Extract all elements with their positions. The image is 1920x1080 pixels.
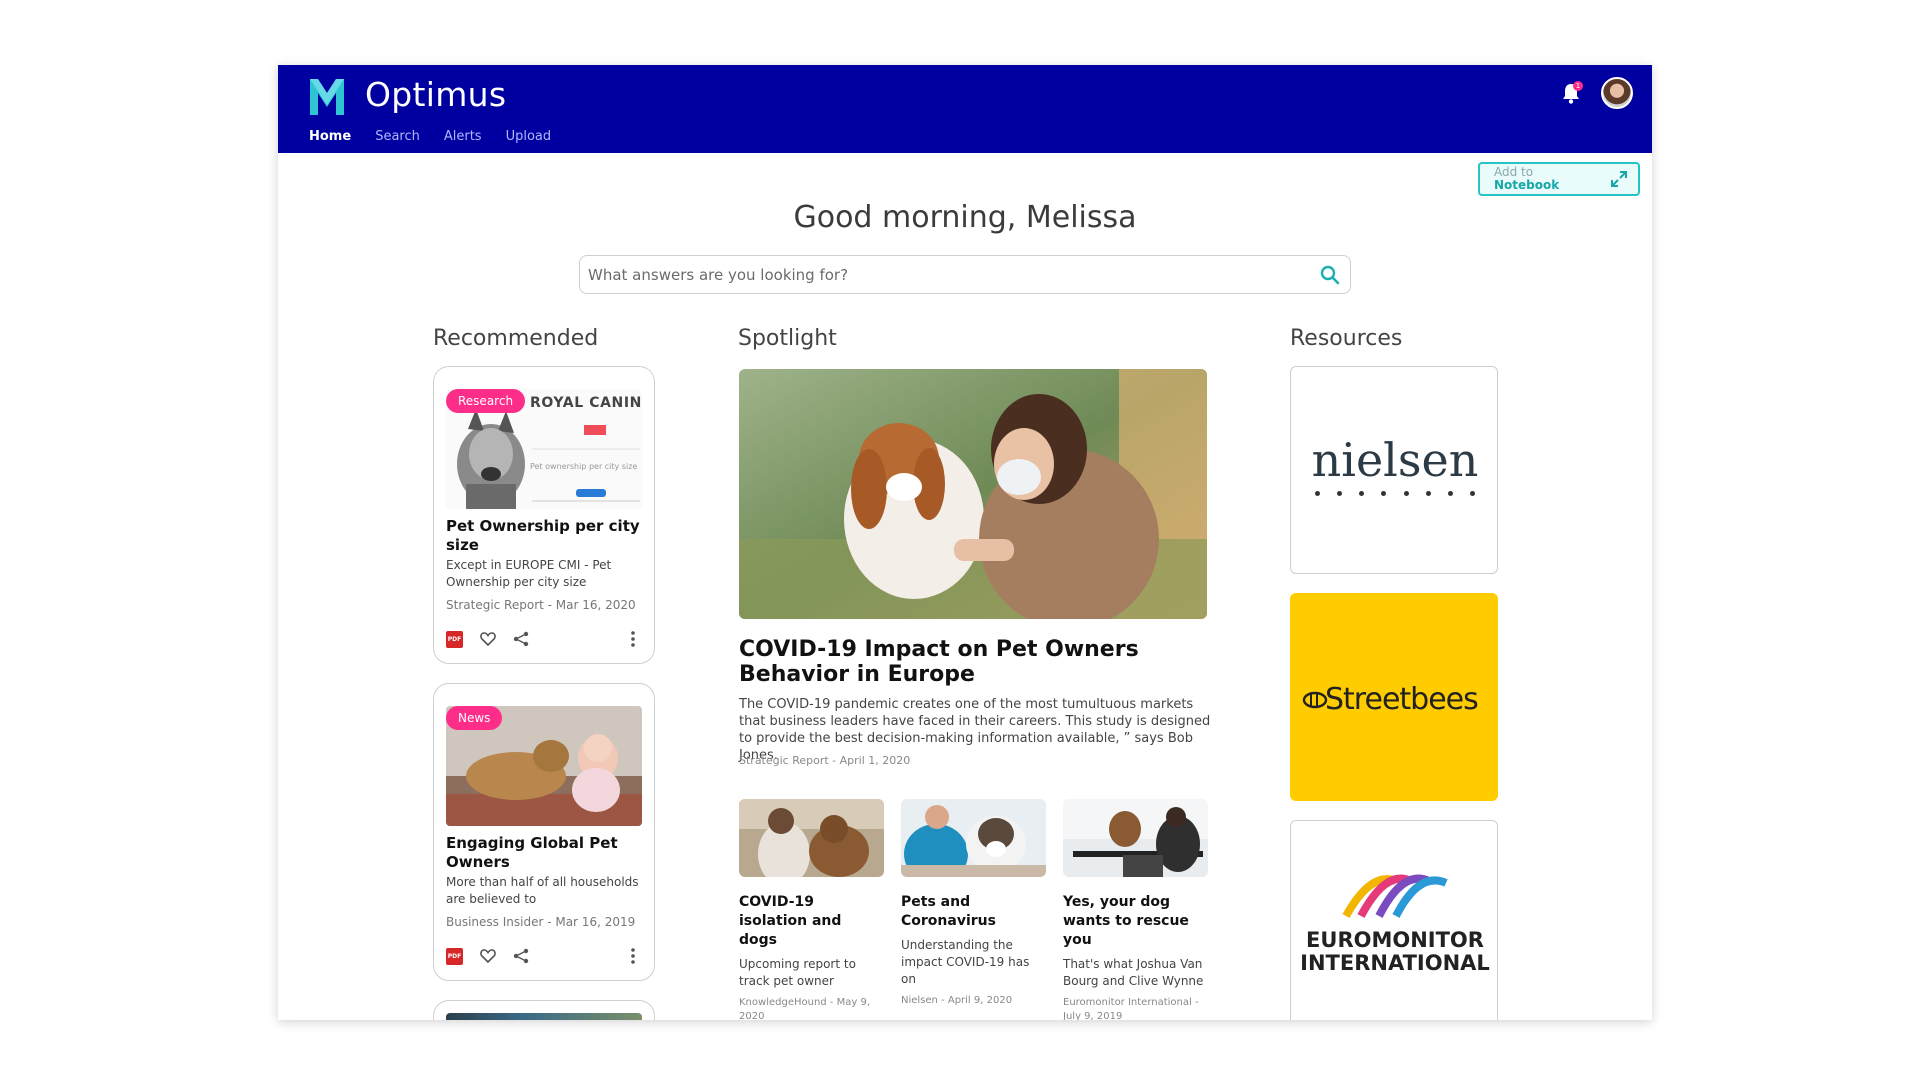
item-description: That's what Joshua Van Bourg and Clive W… — [1063, 957, 1204, 988]
card-actions: PDF — [446, 630, 642, 650]
item-meta: Nielsen - April 9, 2020 — [901, 995, 1013, 1006]
item-thumbnail — [1063, 799, 1208, 877]
euromonitor-logo-icon — [1342, 874, 1448, 918]
recommended-card[interactable]: Research ROYAL CANIN Pet ownership per c… — [433, 366, 655, 664]
card-title[interactable]: Engaging Global Pet Owners — [446, 834, 642, 872]
thumbnail-subtitle: Pet ownership per city size — [530, 462, 638, 471]
spotlight-image[interactable] — [739, 369, 1207, 619]
thumbnail-brand-text: ROYAL CANIN — [530, 395, 642, 411]
app-window: Optimus Home Search Alerts Upload 1 Add … — [278, 65, 1652, 1020]
more-options-icon[interactable] — [624, 947, 642, 965]
notification-badge: 1 — [1573, 81, 1583, 91]
nav-upload[interactable]: Upload — [506, 129, 552, 144]
notebook-label: Notebook — [1494, 178, 1560, 192]
recommended-heading: Recommended — [433, 326, 599, 351]
nav-search[interactable]: Search — [375, 129, 420, 144]
recommended-card[interactable]: News Engaging Global Pet Owners More tha… — [433, 683, 655, 981]
nav-home[interactable]: Home — [309, 129, 351, 144]
greeting-heading: Good morning, Melissa — [793, 200, 1137, 235]
category-badge: News — [446, 706, 503, 730]
card-thumbnail — [446, 1013, 642, 1020]
expand-icon — [1611, 171, 1627, 187]
search-bar — [579, 255, 1351, 294]
search-icon[interactable] — [1320, 265, 1340, 285]
item-description: Understanding the impact COVID-19 has on — [901, 938, 1030, 986]
resources-heading: Resources — [1290, 326, 1403, 351]
resource-euromonitor[interactable]: EUROMONITOR INTERNATIONAL — [1290, 820, 1498, 1020]
search-input[interactable] — [588, 256, 1288, 293]
pdf-icon[interactable]: PDF — [446, 948, 463, 965]
spotlight-title[interactable]: COVID-19 Impact on Pet Owners Behavior i… — [739, 637, 1219, 687]
spotlight-item[interactable]: Pets and Coronavirus Understanding the i… — [901, 799, 1046, 1008]
spotlight-meta: Strategic Report - April 1, 2020 — [739, 754, 911, 767]
card-description: Except in EUROPE CMI - Pet Ownership per… — [446, 558, 612, 589]
app-title: Optimus — [365, 75, 507, 114]
item-title: COVID-19 isolation and dogs — [739, 894, 842, 948]
nav-alerts[interactable]: Alerts — [444, 129, 482, 144]
euromonitor-name-line1: EUROMONITOR — [1306, 928, 1484, 952]
card-description: More than half of all households are bel… — [446, 875, 639, 906]
card-actions: PDF — [446, 947, 642, 967]
heart-icon[interactable] — [479, 947, 497, 965]
item-thumbnail — [739, 799, 884, 877]
add-to-notebook-button[interactable]: Add to Notebook — [1478, 162, 1640, 196]
heart-icon[interactable] — [479, 630, 497, 648]
more-options-icon[interactable] — [624, 630, 642, 648]
item-thumbnail — [901, 799, 1046, 877]
add-to-label: Add to — [1494, 165, 1534, 179]
pdf-icon[interactable]: PDF — [446, 631, 463, 648]
share-icon[interactable] — [512, 630, 530, 648]
spotlight-item[interactable]: Yes, your dog wants to rescue you That's… — [1063, 799, 1208, 1020]
euromonitor-name-line2: INTERNATIONAL — [1300, 951, 1490, 975]
card-title[interactable]: Pet Ownership per city size — [446, 517, 642, 555]
spotlight-heading: Spotlight — [738, 326, 837, 351]
spotlight-item[interactable]: COVID-19 isolation and dogs Upcoming rep… — [739, 799, 884, 1020]
top-bar: Optimus Home Search Alerts Upload 1 — [278, 65, 1652, 153]
item-meta: Euromonitor International - July 9, 2019 — [1063, 997, 1199, 1020]
card-meta: Business Insider - Mar 16, 2019 — [446, 915, 636, 929]
resource-streetbees[interactable]: Streetbees — [1290, 593, 1498, 801]
user-avatar[interactable] — [1601, 77, 1633, 109]
item-meta: KnowledgeHound - May 9, 2020 — [739, 997, 870, 1020]
nielsen-logo: nielsen — [1311, 433, 1479, 487]
recommended-card[interactable] — [433, 1000, 655, 1020]
item-description: Upcoming report to track pet owner — [739, 957, 856, 988]
item-title: Yes, your dog wants to rescue you — [1063, 894, 1189, 948]
item-title: Pets and Coronavirus — [901, 894, 996, 929]
card-meta: Strategic Report - Mar 16, 2020 — [446, 598, 636, 612]
share-icon[interactable] — [512, 947, 530, 965]
category-badge: Research — [446, 389, 526, 413]
resource-nielsen[interactable]: nielsen — [1290, 366, 1498, 574]
streetbees-logo: Streetbees — [1325, 682, 1479, 717]
optimus-logo-icon[interactable] — [310, 79, 344, 115]
nielsen-dots — [1315, 491, 1475, 496]
main-nav: Home Search Alerts Upload — [309, 129, 551, 144]
